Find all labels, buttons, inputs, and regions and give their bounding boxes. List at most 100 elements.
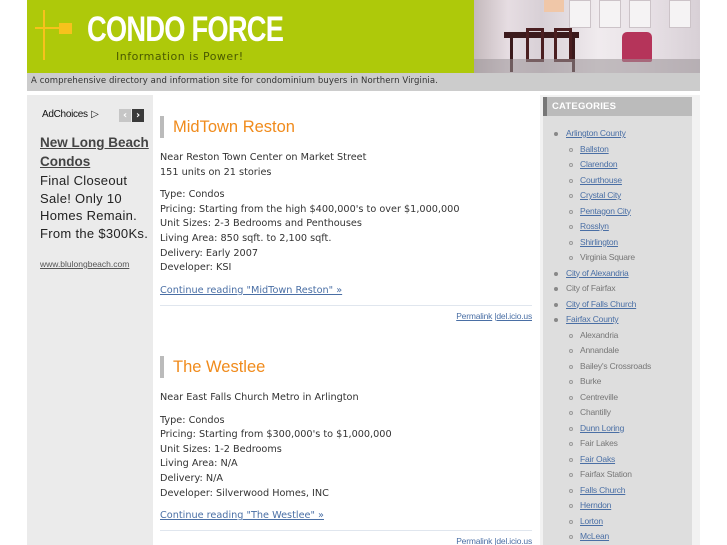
- bullet-icon: [554, 302, 558, 307]
- category-item: Annandale: [543, 343, 692, 359]
- category-link[interactable]: Shirlington: [580, 237, 618, 247]
- category-item[interactable]: Fairfax County: [543, 312, 692, 328]
- categories-box: CATEGORIES Arlington County Ballston Clare…: [543, 97, 692, 545]
- summary-line: Near East Falls Church Metro in Arlingto…: [160, 392, 359, 403]
- category-item[interactable]: McLean: [543, 529, 692, 545]
- category-item[interactable]: Clarendon: [543, 157, 692, 173]
- detail-line: Type: Condos: [160, 414, 225, 426]
- category-link[interactable]: Lorton: [580, 516, 603, 526]
- bullet-icon: [569, 147, 573, 152]
- post-footer: Permalink |del.icio.us: [160, 311, 532, 321]
- category-item[interactable]: Courthouse: [543, 173, 692, 189]
- continue-reading-link[interactable]: Continue reading "The Westlee" »: [160, 510, 324, 521]
- main-content: MidTown Reston Near Reston Town Center o…: [153, 95, 540, 545]
- bullet-icon: [569, 473, 573, 477]
- category-link[interactable]: Pentagon City: [580, 206, 631, 216]
- category-link[interactable]: Ballston: [580, 144, 609, 154]
- detail-line: Delivery: Early 2007: [160, 247, 259, 259]
- category-item[interactable]: City of Alexandria: [543, 266, 692, 282]
- adchoices-label: AdChoices: [42, 109, 88, 120]
- site-description-bar: A comprehensive directory and informatio…: [27, 73, 700, 91]
- category-label: Burke: [580, 376, 602, 386]
- flag-logo-icon: [35, 10, 75, 60]
- category-link[interactable]: Clarendon: [580, 159, 618, 169]
- detail-line: Pricing: Starting from $300,000's to $1,…: [160, 429, 392, 441]
- detail-line: Unit Sizes: 1-2 Bedrooms: [160, 443, 282, 455]
- bullet-icon: [569, 488, 573, 493]
- category-label: Centreville: [580, 391, 618, 402]
- ad-column: AdChoices ▷ ‹ › New Long Beach Condos Fi…: [27, 95, 153, 545]
- delicious-link[interactable]: del.icio.us: [496, 536, 532, 545]
- adchoices-icon: ▷: [91, 109, 99, 120]
- category-item[interactable]: Rosslyn: [543, 219, 692, 235]
- ad-headline-link[interactable]: New Long Beach Condos: [40, 133, 150, 171]
- bullet-icon: [569, 194, 573, 198]
- bullet-icon: [569, 364, 573, 369]
- category-link[interactable]: Falls Church: [580, 485, 626, 495]
- bullet-icon: [569, 411, 573, 415]
- category-item: City of Fairfax: [543, 281, 692, 297]
- bullet-icon: [554, 132, 558, 136]
- bullet-icon: [569, 442, 573, 446]
- bullet-icon: [569, 395, 573, 400]
- category-item[interactable]: Arlington County: [543, 126, 692, 142]
- bullet-icon: [569, 380, 573, 384]
- post-divider: [160, 304, 532, 306]
- category-item[interactable]: Shirlington: [543, 235, 692, 251]
- category-link[interactable]: Rosslyn: [580, 221, 609, 231]
- category-item[interactable]: Fair Oaks: [543, 452, 692, 468]
- adchoices-link[interactable]: AdChoices ▷: [42, 109, 99, 120]
- post-summary: Near Reston Town Center on Market Street…: [160, 151, 532, 180]
- site-title[interactable]: CONDO FORCE: [87, 10, 284, 50]
- category-link[interactable]: City of Falls Church: [566, 299, 636, 309]
- bullet-icon: [554, 318, 558, 322]
- category-link[interactable]: Dunn Loring: [580, 423, 624, 433]
- category-label: Fair Lakes: [580, 438, 618, 448]
- ad-url-link[interactable]: www.blulongbeach.com: [40, 259, 129, 269]
- category-item: Centreville: [543, 390, 692, 406]
- category-link[interactable]: Arlington County: [566, 128, 626, 138]
- detail-line: Delivery: N/A: [160, 472, 223, 484]
- permalink-link[interactable]: Permalink: [456, 311, 492, 321]
- category-link[interactable]: McLean: [580, 531, 609, 541]
- category-link[interactable]: Fair Oaks: [580, 454, 615, 464]
- category-label: Fairfax Station: [580, 469, 632, 479]
- category-link[interactable]: Fairfax County: [566, 314, 619, 324]
- bullet-icon: [569, 225, 573, 229]
- site-description: A comprehensive directory and informatio…: [31, 76, 439, 86]
- category-label: Bailey's Crossroads: [580, 360, 652, 371]
- category-label: Alexandria: [580, 329, 619, 340]
- category-link[interactable]: City of Alexandria: [566, 268, 629, 278]
- permalink-link[interactable]: Permalink: [456, 536, 492, 545]
- bullet-icon: [569, 349, 573, 353]
- bullet-icon: [569, 163, 573, 167]
- category-item[interactable]: Lorton: [543, 514, 692, 530]
- category-label: Virginia Square: [580, 252, 635, 262]
- bullet-icon: [569, 240, 573, 245]
- category-item[interactable]: Herndon: [543, 498, 692, 514]
- category-link[interactable]: Herndon: [580, 500, 611, 510]
- title-accent-bar: [160, 116, 164, 138]
- category-item[interactable]: Pentagon City: [543, 204, 692, 220]
- category-item[interactable]: Falls Church: [543, 483, 692, 499]
- ad-prev-button[interactable]: ‹: [119, 109, 131, 122]
- bullet-icon: [569, 426, 573, 431]
- category-item[interactable]: Crystal City: [543, 188, 692, 204]
- category-link[interactable]: Courthouse: [580, 175, 622, 185]
- categories-header: CATEGORIES: [543, 97, 692, 116]
- bullet-icon: [569, 256, 573, 260]
- ad-next-button[interactable]: ›: [132, 109, 144, 122]
- category-item[interactable]: Ballston: [543, 142, 692, 158]
- detail-line: Developer: Silverwood Homes, INC: [160, 487, 329, 499]
- category-item: Bailey's Crossroads: [543, 359, 692, 375]
- title-accent-bar: [160, 356, 164, 378]
- continue-reading-link[interactable]: Continue reading "MidTown Reston" »: [160, 285, 342, 296]
- category-item[interactable]: City of Falls Church: [543, 297, 692, 313]
- detail-line: Type: Condos: [160, 189, 225, 201]
- post-title[interactable]: MidTown Reston: [173, 116, 295, 138]
- bullet-icon: [569, 178, 573, 183]
- delicious-link[interactable]: del.icio.us: [496, 311, 532, 321]
- category-item[interactable]: Dunn Loring: [543, 421, 692, 437]
- post-title[interactable]: The Westlee: [173, 356, 265, 378]
- category-link[interactable]: Crystal City: [580, 190, 621, 200]
